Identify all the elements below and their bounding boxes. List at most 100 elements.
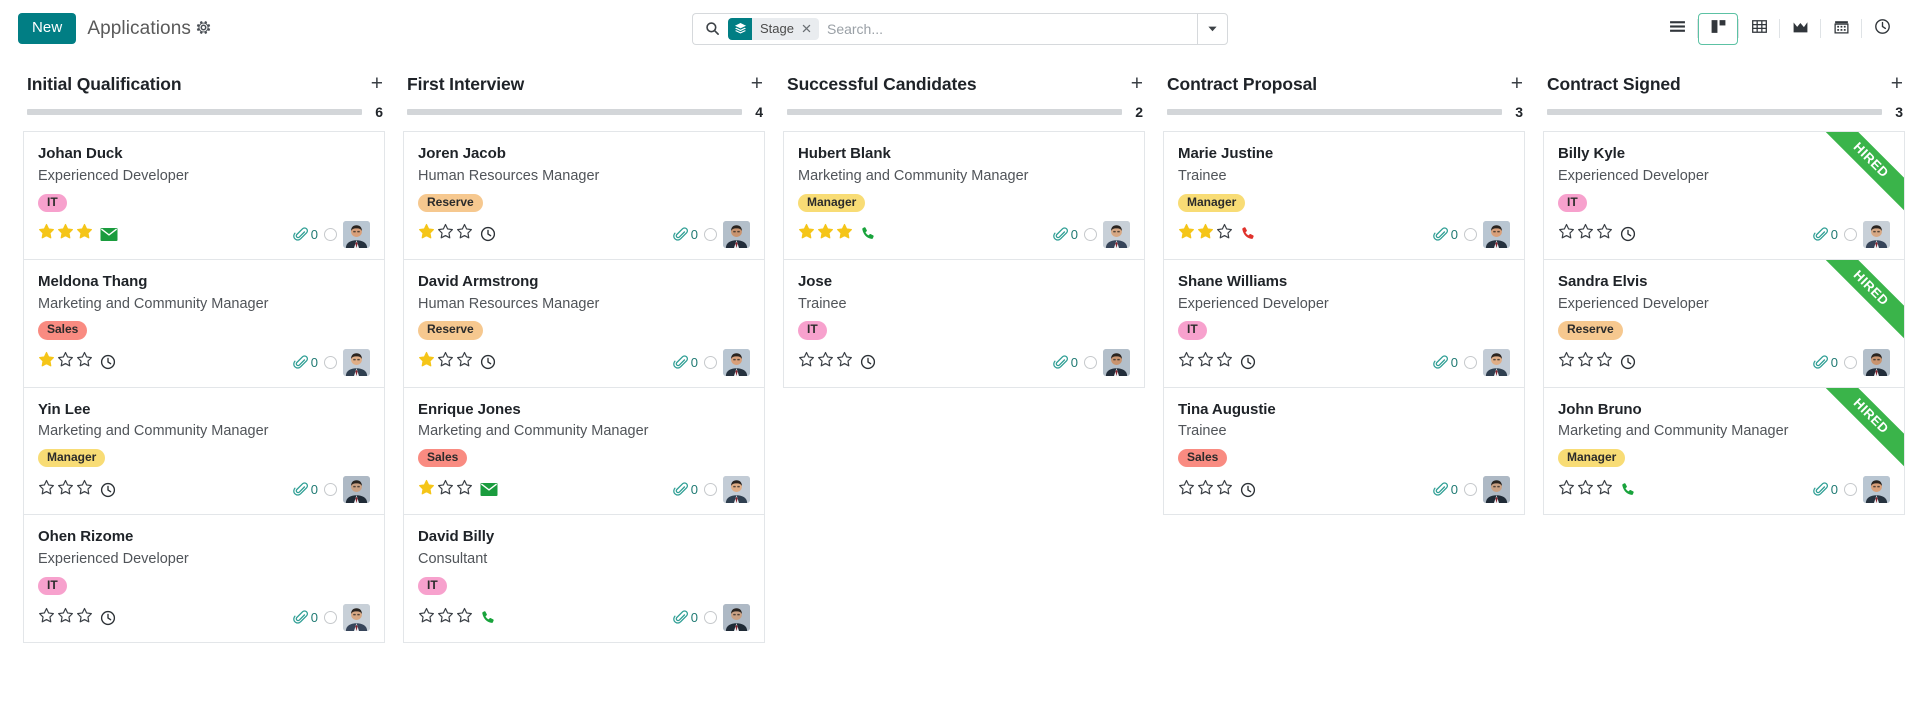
avatar[interactable] (343, 604, 370, 632)
plus-icon[interactable]: + (371, 73, 383, 94)
kanban-view-button[interactable] (1698, 12, 1738, 45)
rating-star[interactable] (456, 607, 473, 629)
avatar[interactable] (343, 348, 370, 376)
rating-star[interactable] (836, 351, 853, 373)
rating-star[interactable] (798, 351, 815, 373)
paperclip-icon[interactable]: 0 (672, 355, 698, 370)
candidate-tag[interactable]: Sales (38, 321, 88, 340)
kanban-card[interactable]: Ohen Rizome Experienced Developer IT 0 (23, 515, 385, 644)
kanban-card[interactable]: Meldona Thang Marketing and Community Man… (23, 259, 385, 388)
avatar[interactable] (1103, 220, 1130, 248)
rating-star[interactable] (1596, 479, 1613, 501)
kanban-state-circle-icon[interactable] (1084, 355, 1097, 369)
avatar[interactable] (1483, 348, 1510, 376)
paperclip-icon[interactable]: 0 (1432, 227, 1458, 242)
gear-icon[interactable] (195, 19, 212, 36)
avatar[interactable] (723, 604, 750, 632)
kanban-state-circle-icon[interactable] (704, 483, 717, 497)
candidate-tag[interactable]: Manager (1178, 193, 1246, 212)
kanban-state-circle-icon[interactable] (1844, 355, 1857, 369)
paperclip-icon[interactable]: 0 (672, 227, 698, 242)
rating-star[interactable] (76, 479, 93, 501)
activity-clock-icon[interactable] (1240, 354, 1256, 370)
kanban-state-circle-icon[interactable] (1464, 355, 1477, 369)
kanban-card[interactable]: Johan Duck Experienced Developer IT 0 (23, 131, 385, 260)
paperclip-icon[interactable]: 0 (1812, 355, 1838, 370)
avatar[interactable] (1483, 220, 1510, 248)
activity-clock-icon[interactable] (1620, 354, 1636, 370)
kanban-card[interactable]: HIRED John Bruno Marketing and Community M… (1543, 387, 1905, 516)
rating-star[interactable] (57, 351, 74, 373)
avatar[interactable] (1863, 348, 1890, 376)
candidate-tag[interactable]: Sales (418, 449, 468, 468)
paperclip-icon[interactable]: 0 (292, 355, 318, 370)
rating-star[interactable] (437, 607, 454, 629)
activity-clock-icon[interactable] (100, 610, 116, 626)
plus-icon[interactable]: + (1131, 73, 1143, 94)
kanban-card[interactable]: Joren Jacob Human Resources Manager Reserv… (403, 131, 765, 260)
activity-clock-icon[interactable] (480, 226, 496, 242)
avatar[interactable] (723, 348, 750, 376)
kanban-state-circle-icon[interactable] (704, 355, 717, 369)
search-input[interactable]: Stage Search... (692, 12, 1197, 45)
rating-star[interactable] (437, 479, 454, 501)
kanban-card[interactable]: David Billy Consultant IT 0 (403, 515, 765, 644)
kanban-state-circle-icon[interactable] (324, 355, 337, 369)
rating-star[interactable] (1197, 479, 1214, 501)
rating-star[interactable] (1577, 223, 1594, 245)
candidate-tag[interactable]: IT (1178, 321, 1207, 340)
paperclip-icon[interactable]: 0 (672, 482, 698, 497)
rating-star[interactable] (1197, 223, 1214, 245)
kanban-card[interactable]: Jose Trainee IT 0 (783, 259, 1145, 388)
kanban-card[interactable]: Yin Lee Marketing and Community Manager Ma… (23, 387, 385, 516)
avatar[interactable] (1863, 220, 1890, 248)
activity-clock-icon[interactable] (100, 354, 116, 370)
rating-star[interactable] (1178, 351, 1195, 373)
calendar-view-button[interactable] (1821, 13, 1861, 45)
close-icon[interactable] (800, 23, 819, 34)
rating-star[interactable] (76, 351, 93, 373)
rating-star[interactable] (817, 351, 834, 373)
rating-star[interactable] (1178, 479, 1195, 501)
rating-star[interactable] (836, 223, 853, 245)
rating-star[interactable] (38, 351, 55, 373)
activity-phone-icon[interactable] (860, 226, 876, 242)
avatar[interactable] (723, 476, 750, 504)
activity-clock-icon[interactable] (100, 482, 116, 498)
rating-star[interactable] (57, 223, 74, 245)
rating-star[interactable] (38, 479, 55, 501)
chevron-down-icon[interactable] (1197, 12, 1228, 45)
activity-clock-icon[interactable] (1620, 226, 1636, 242)
candidate-tag[interactable]: Manager (798, 193, 866, 212)
activity-clock-icon[interactable] (480, 354, 496, 370)
candidate-tag[interactable]: Reserve (418, 193, 483, 212)
rating-star[interactable] (1216, 479, 1233, 501)
rating-star[interactable] (456, 351, 473, 373)
rating-star[interactable] (1197, 351, 1214, 373)
rating-star[interactable] (456, 479, 473, 501)
kanban-card[interactable]: Marie Justine Trainee Manager 0 (1163, 131, 1525, 260)
kanban-card[interactable]: Hubert Blank Marketing and Community Mana… (783, 131, 1145, 260)
rating-star[interactable] (437, 223, 454, 245)
candidate-tag[interactable]: Manager (1558, 449, 1626, 468)
kanban-card[interactable]: David Armstrong Human Resources Manager Re… (403, 259, 765, 388)
rating-star[interactable] (418, 479, 435, 501)
rating-star[interactable] (1216, 223, 1233, 245)
candidate-tag[interactable]: IT (38, 576, 67, 596)
kanban-card[interactable]: Shane Williams Experienced Developer IT 0 (1163, 259, 1525, 388)
paperclip-icon[interactable]: 0 (1432, 482, 1458, 497)
plus-icon[interactable]: + (1511, 73, 1523, 94)
kanban-state-circle-icon[interactable] (704, 227, 717, 241)
rating-star[interactable] (1596, 351, 1613, 373)
rating-star[interactable] (1558, 223, 1575, 245)
kanban-state-circle-icon[interactable] (1084, 227, 1097, 241)
rating-star[interactable] (817, 223, 834, 245)
kanban-card[interactable]: HIRED Sandra Elvis Experienced Developer Re… (1543, 259, 1905, 388)
avatar[interactable] (1483, 476, 1510, 504)
rating-star[interactable] (456, 223, 473, 245)
list-view-button[interactable] (1657, 13, 1697, 45)
progress-bar[interactable] (787, 109, 1122, 115)
plus-icon[interactable]: + (751, 73, 763, 94)
kanban-state-circle-icon[interactable] (324, 611, 337, 625)
graph-view-button[interactable] (1780, 13, 1820, 45)
